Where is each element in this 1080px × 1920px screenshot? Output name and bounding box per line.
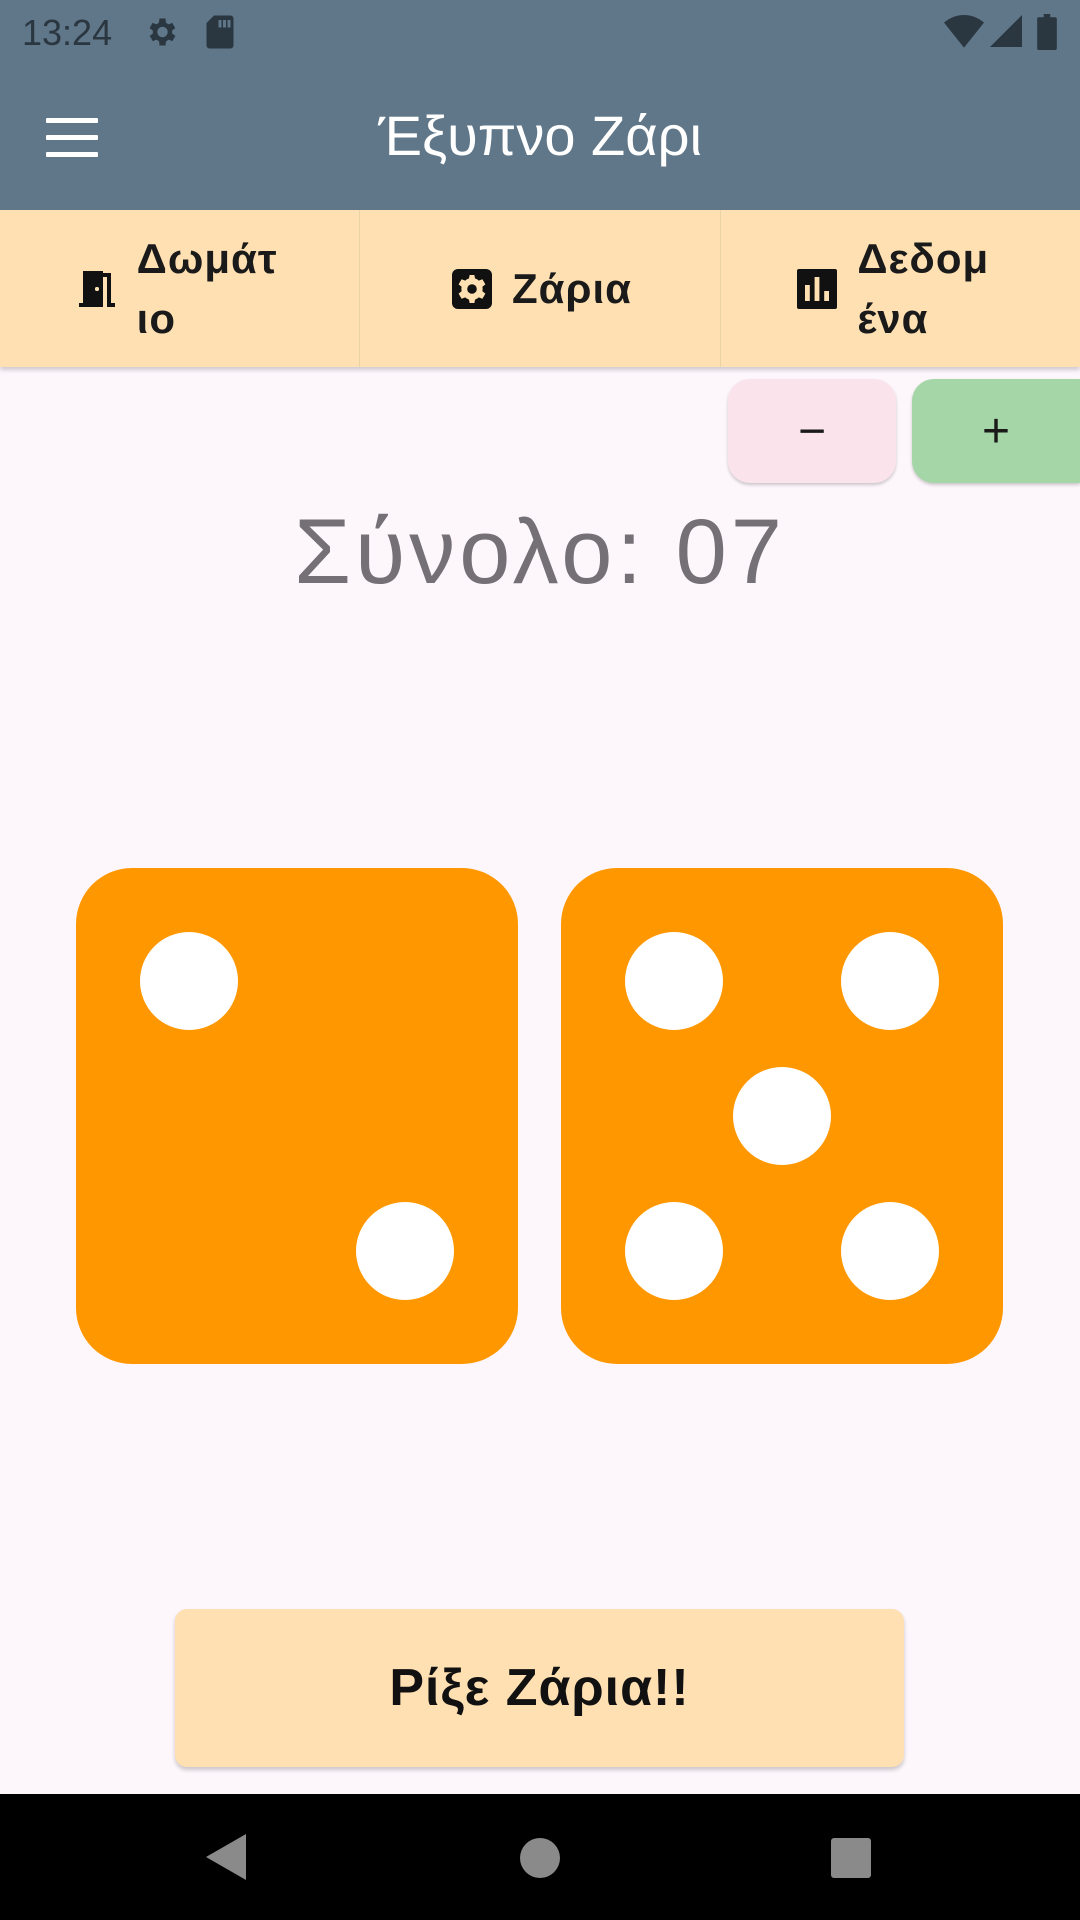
system-nav-bar [0, 1794, 1080, 1920]
back-icon[interactable] [206, 1834, 246, 1885]
tab-data[interactable]: Δεδομένα [721, 210, 1080, 367]
dice-icon [448, 265, 496, 313]
total-label: Σύνολο: 07 [294, 501, 786, 603]
tab-room-label: Δωμάτιο [136, 234, 278, 342]
die-pip [625, 932, 723, 1030]
remove-die-button[interactable]: − [728, 379, 896, 483]
status-bar: 13:24 [0, 0, 1080, 63]
door-icon [73, 265, 121, 313]
tab-dice[interactable]: Ζάρια [360, 210, 721, 367]
status-time: 13:24 [22, 12, 113, 53]
die-2[interactable] [561, 868, 1003, 1364]
sd-card-icon [204, 14, 236, 55]
tab-room[interactable]: Δωμάτιο [0, 210, 361, 367]
app-title: Έξυπνο Ζάρι [378, 104, 702, 167]
battery-icon [1036, 14, 1058, 55]
roll-dice-button[interactable]: Ρίξε Ζάρια!! [175, 1609, 904, 1767]
settings-gear-icon [143, 14, 179, 55]
tab-bar: Δωμάτιο Ζάρια Δεδομένα [0, 210, 1080, 367]
die-pip [841, 1202, 939, 1300]
die-pip [841, 932, 939, 1030]
recent-apps-icon[interactable] [831, 1838, 871, 1878]
die-pip [625, 1202, 723, 1300]
tab-data-label: Δεδομένα [857, 234, 990, 342]
bar-chart-icon [793, 265, 841, 313]
home-icon[interactable] [520, 1838, 560, 1878]
die-pip [356, 1202, 454, 1300]
wifi-icon [944, 14, 984, 53]
die-pip [733, 1067, 831, 1165]
die-1[interactable] [76, 868, 518, 1364]
tab-dice-label: Ζάρια [512, 264, 632, 312]
app-bar: Έξυπνο Ζάρι [0, 63, 1080, 210]
add-die-button[interactable]: + [912, 379, 1080, 483]
cell-signal-icon [990, 14, 1022, 53]
die-pip [140, 932, 238, 1030]
